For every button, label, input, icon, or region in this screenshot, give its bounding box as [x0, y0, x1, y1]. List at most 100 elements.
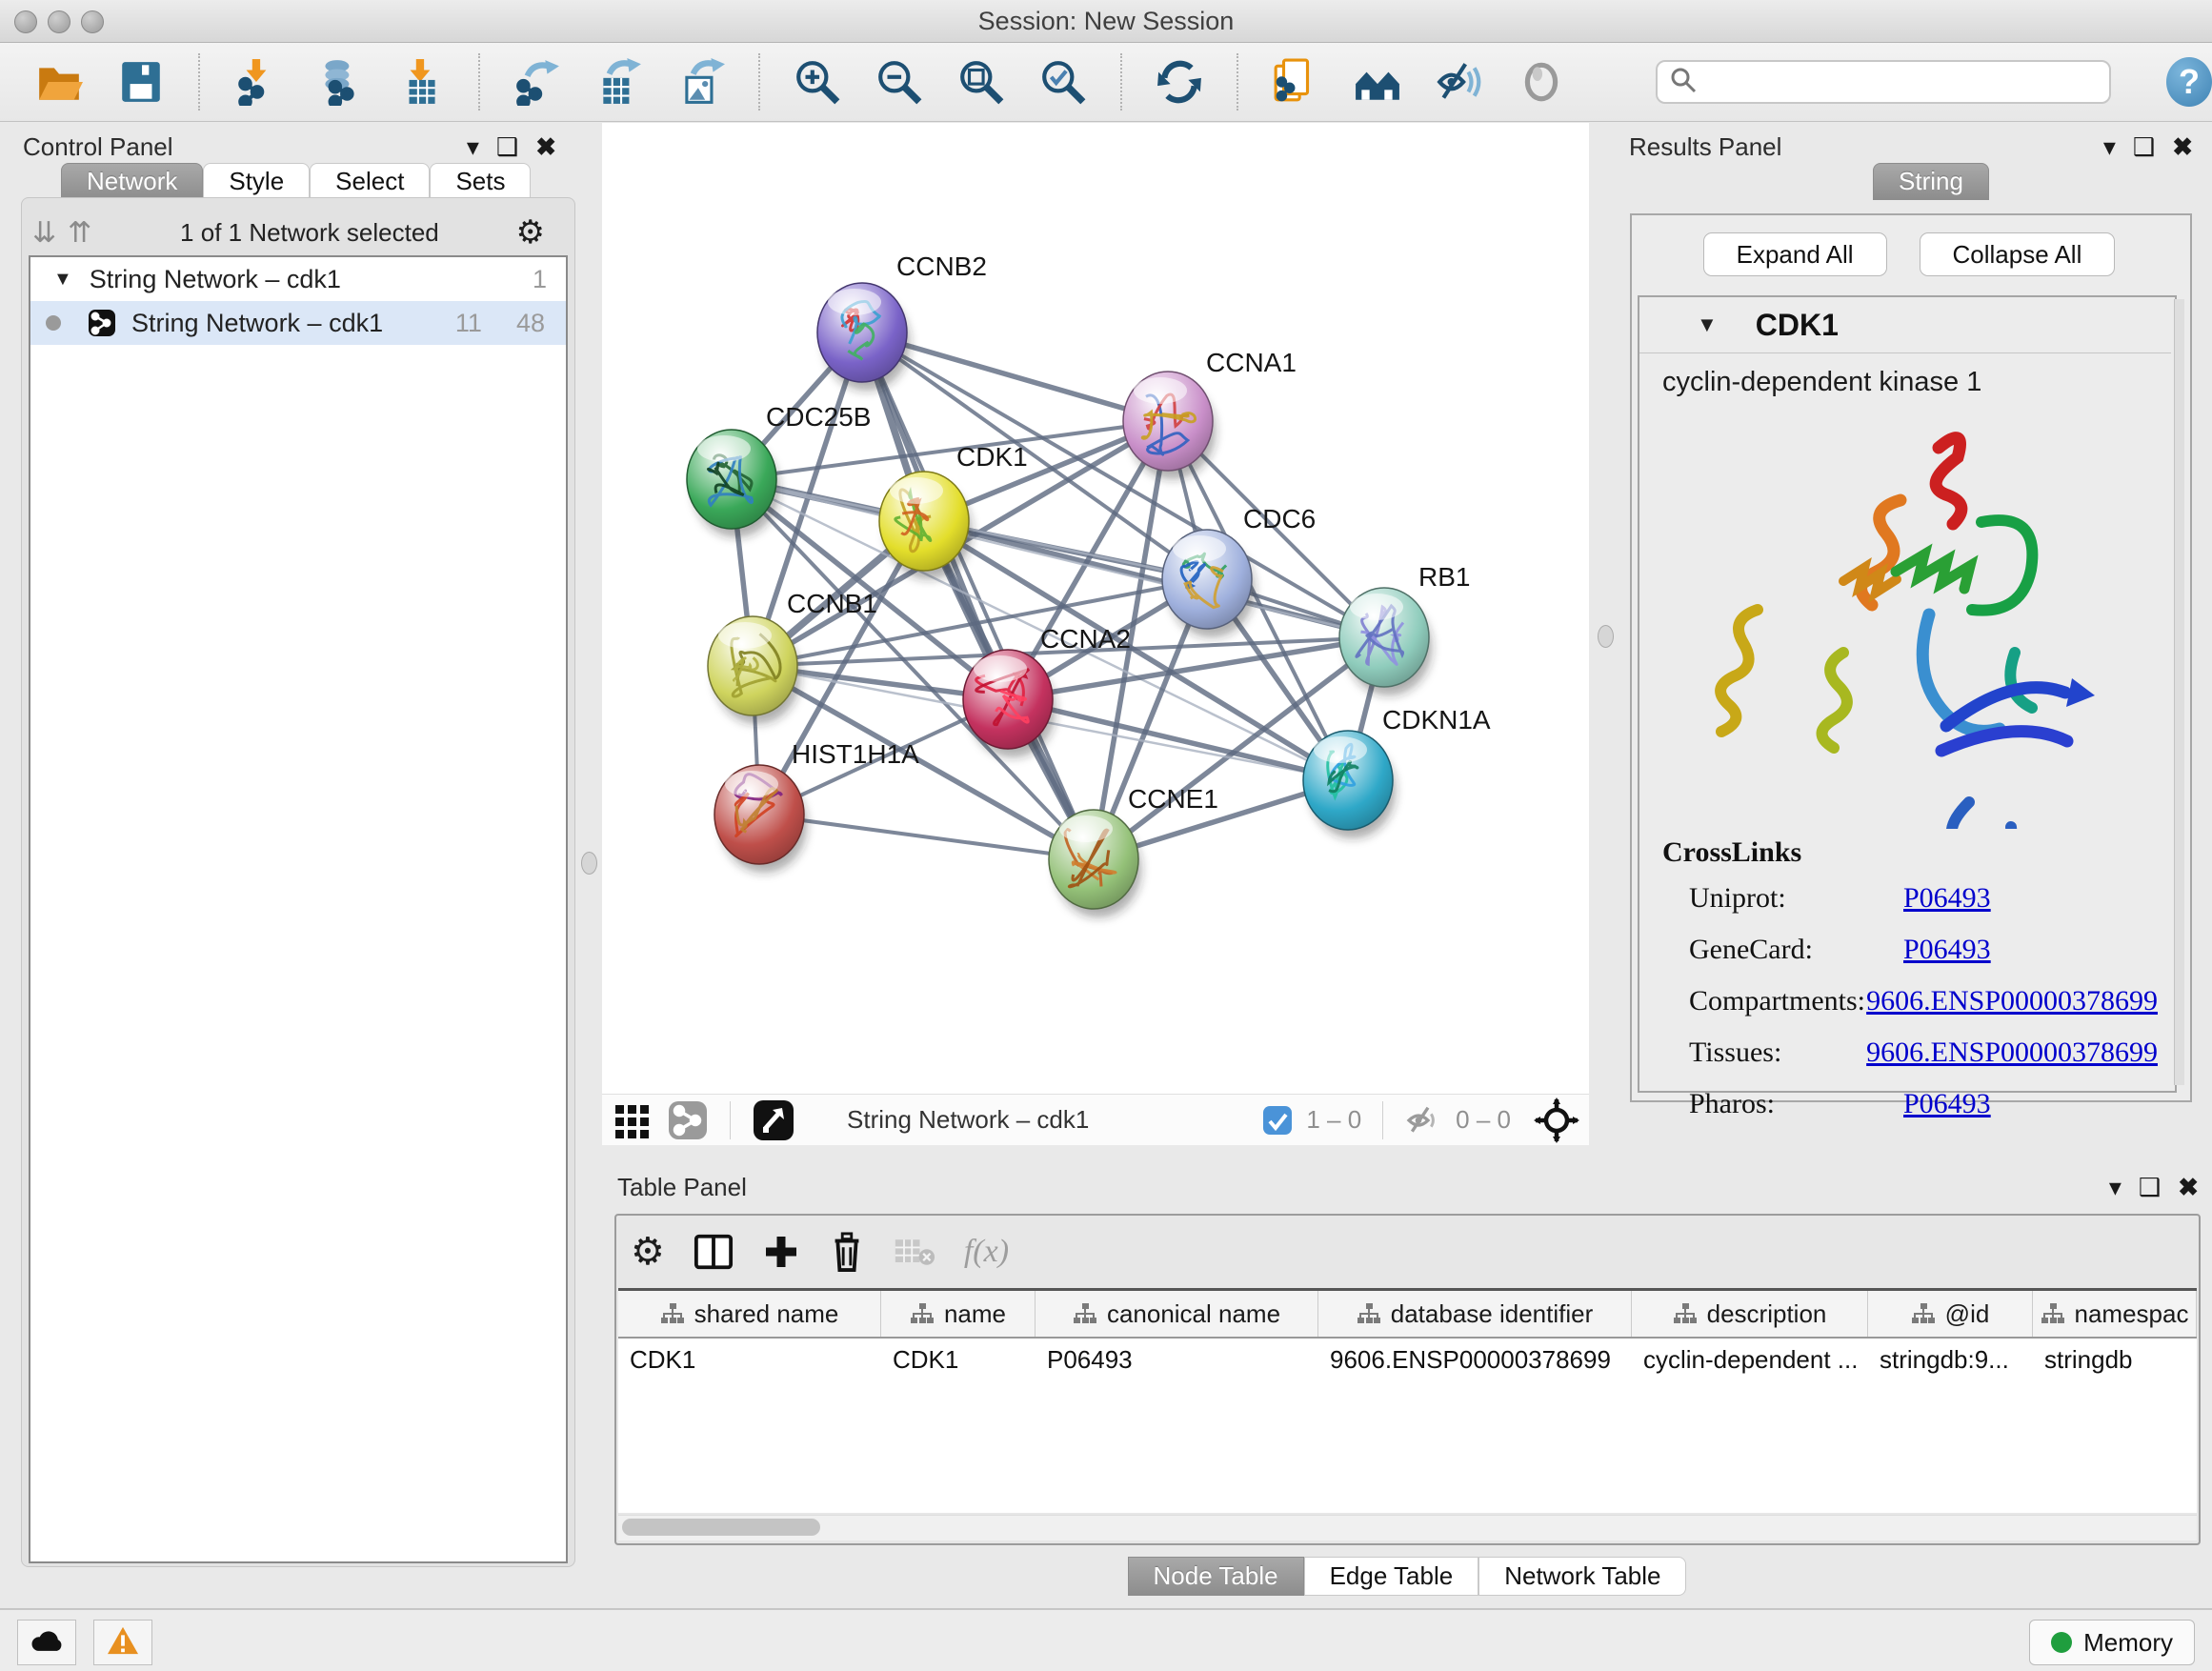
- export-network-icon[interactable]: [513, 57, 562, 107]
- network-collection-row[interactable]: ▼ String Network – cdk1 1: [30, 257, 566, 301]
- results-panel-menu-icon[interactable]: ▾: [2103, 134, 2116, 159]
- export-image-icon[interactable]: [676, 57, 726, 107]
- column-header-namespac[interactable]: namespac: [2033, 1291, 2197, 1337]
- home-icon[interactable]: [1353, 57, 1402, 107]
- copy-network-document-icon[interactable]: [1271, 57, 1320, 107]
- network-node-CCNA2[interactable]: [963, 650, 1056, 757]
- expand-all-networks-icon[interactable]: ⇈: [68, 216, 91, 250]
- table-cell[interactable]: 9606.ENSP00000378699: [1318, 1339, 1632, 1380]
- column-header--id[interactable]: @id: [1868, 1291, 2033, 1337]
- control-panel-tab[interactable]: Select: [310, 163, 430, 200]
- refresh-icon[interactable]: [1155, 57, 1204, 107]
- cloud-status-button[interactable]: [17, 1620, 76, 1665]
- zoom-fit-icon[interactable]: [956, 57, 1006, 107]
- table-cell[interactable]: P06493: [1036, 1339, 1318, 1380]
- right-splitter-handle[interactable]: [1598, 625, 1614, 648]
- collection-expand-icon[interactable]: ▼: [53, 269, 72, 291]
- create-column-icon[interactable]: [762, 1233, 800, 1271]
- toolbar-separator: [1120, 53, 1122, 111]
- entry-collapse-icon[interactable]: ▼: [1697, 312, 1718, 337]
- table-cell[interactable]: cyclin-dependent ...: [1632, 1339, 1868, 1380]
- memory-button[interactable]: Memory: [2029, 1620, 2195, 1665]
- network-panel-options-icon[interactable]: ⚙: [516, 213, 545, 252]
- network-canvas[interactable]: CCNB2CCNA1CDC25BCDK1CDC6RB1CCNB1CCNA2CDK…: [602, 123, 1589, 1094]
- birds-eye-view-icon[interactable]: [752, 1098, 795, 1142]
- table-scrollbar-thumb[interactable]: [622, 1519, 820, 1536]
- crosslink-link[interactable]: 9606.ENSP00000378699: [1866, 1037, 2158, 1069]
- table-cell[interactable]: CDK1: [618, 1339, 881, 1380]
- save-session-icon[interactable]: [116, 57, 166, 107]
- network-node-CDC25B[interactable]: [687, 430, 779, 537]
- column-header-canonical-name[interactable]: canonical name: [1036, 1291, 1318, 1337]
- string-view-icon[interactable]: [667, 1099, 709, 1141]
- zoom-in-icon[interactable]: [793, 57, 842, 107]
- column-header-description[interactable]: description: [1632, 1291, 1868, 1337]
- results-panel-float-icon[interactable]: ❑: [2133, 134, 2155, 159]
- search-box[interactable]: [1656, 60, 2111, 104]
- hidden-eye-slash-icon[interactable]: [1404, 1101, 1442, 1139]
- table-tab[interactable]: Node Table: [1128, 1557, 1304, 1596]
- import-network-from-database-icon[interactable]: [314, 57, 364, 107]
- table-cell[interactable]: stringdb:9...: [1868, 1339, 2033, 1380]
- pan-crosshair-icon[interactable]: [1534, 1097, 1579, 1143]
- table-tab[interactable]: Edge Table: [1304, 1557, 1479, 1596]
- crosslink-link[interactable]: P06493: [1903, 934, 1991, 966]
- hide-unhide-icon[interactable]: [1435, 57, 1484, 107]
- tab-string[interactable]: String: [1873, 163, 1989, 200]
- collapse-all-button[interactable]: Collapse All: [1920, 232, 2116, 276]
- crosslink-link[interactable]: P06493: [1903, 1088, 1991, 1120]
- table-horizontal-scrollbar[interactable]: [618, 1515, 2197, 1540]
- column-header-shared-name[interactable]: shared name: [618, 1291, 881, 1337]
- network-node-RB1[interactable]: [1339, 588, 1432, 695]
- export-table-icon[interactable]: [594, 57, 644, 107]
- column-header-database-identifier[interactable]: database identifier: [1318, 1291, 1632, 1337]
- network-node-CDC6[interactable]: [1162, 530, 1255, 637]
- zoom-selected-icon[interactable]: [1038, 57, 1088, 107]
- open-session-icon[interactable]: [34, 57, 84, 107]
- control-panel-menu-icon[interactable]: ▾: [467, 134, 479, 159]
- collapse-all-networks-icon[interactable]: ⇊: [32, 216, 56, 250]
- import-table-icon[interactable]: [396, 57, 446, 107]
- zoom-out-icon[interactable]: [875, 57, 924, 107]
- grid-view-icon[interactable]: [612, 1099, 654, 1141]
- eye-icon[interactable]: [1517, 57, 1566, 107]
- warnings-button[interactable]: [93, 1620, 152, 1665]
- edge-HIST1H1A-CCNE1[interactable]: [759, 815, 1094, 859]
- network-node-CCNE1[interactable]: [1049, 810, 1141, 917]
- search-input[interactable]: [1705, 68, 2109, 97]
- network-node-HIST1H1A[interactable]: [714, 765, 807, 873]
- selected-checkbox-icon[interactable]: [1262, 1105, 1293, 1136]
- delete-column-icon[interactable]: [829, 1232, 865, 1272]
- crosslink-link[interactable]: 9606.ENSP00000378699: [1866, 985, 2158, 1017]
- control-panel-tab[interactable]: Sets: [430, 163, 531, 200]
- control-panel-tab[interactable]: Style: [203, 163, 310, 200]
- edge-CCNB2-CCNE1[interactable]: [862, 332, 1094, 859]
- left-splitter-handle[interactable]: [581, 852, 597, 875]
- control-panel-close-icon[interactable]: ✖: [535, 134, 556, 159]
- network-node-CCNB2[interactable]: [817, 283, 910, 391]
- network-node-CCNB1[interactable]: [708, 616, 800, 724]
- table-panel-menu-icon[interactable]: ▾: [2109, 1175, 2122, 1199]
- network-node-CDK1[interactable]: [879, 472, 972, 579]
- table-options-icon[interactable]: ⚙: [631, 1230, 665, 1274]
- control-panel-tab[interactable]: Network: [61, 163, 203, 200]
- string-entry-header[interactable]: ▼ CDK1: [1639, 297, 2171, 353]
- import-network-icon[interactable]: [232, 57, 282, 107]
- network-node-CDKN1A[interactable]: [1303, 731, 1396, 838]
- table-panel-close-icon[interactable]: ✖: [2178, 1175, 2199, 1199]
- network-node-CCNA1[interactable]: [1123, 372, 1216, 479]
- show-columns-icon[interactable]: [694, 1232, 734, 1272]
- control-panel-float-icon[interactable]: ❑: [496, 134, 518, 159]
- results-panel-close-icon[interactable]: ✖: [2172, 134, 2193, 159]
- table-cell[interactable]: stringdb: [2033, 1339, 2197, 1380]
- table-tab[interactable]: Network Table: [1478, 1557, 1686, 1596]
- crosslink-link[interactable]: P06493: [1903, 882, 1991, 915]
- table-panel-float-icon[interactable]: ❑: [2139, 1175, 2161, 1199]
- results-scrollbar[interactable]: [2174, 299, 2184, 1085]
- table-row[interactable]: CDK1CDK1P064939606.ENSP00000378699cyclin…: [618, 1339, 2197, 1380]
- expand-all-button[interactable]: Expand All: [1703, 232, 1887, 276]
- help-icon[interactable]: ?: [2166, 57, 2212, 107]
- table-cell[interactable]: CDK1: [881, 1339, 1036, 1380]
- network-row-selected[interactable]: String Network – cdk1 11 48: [30, 301, 566, 345]
- column-header-name[interactable]: name: [881, 1291, 1036, 1337]
